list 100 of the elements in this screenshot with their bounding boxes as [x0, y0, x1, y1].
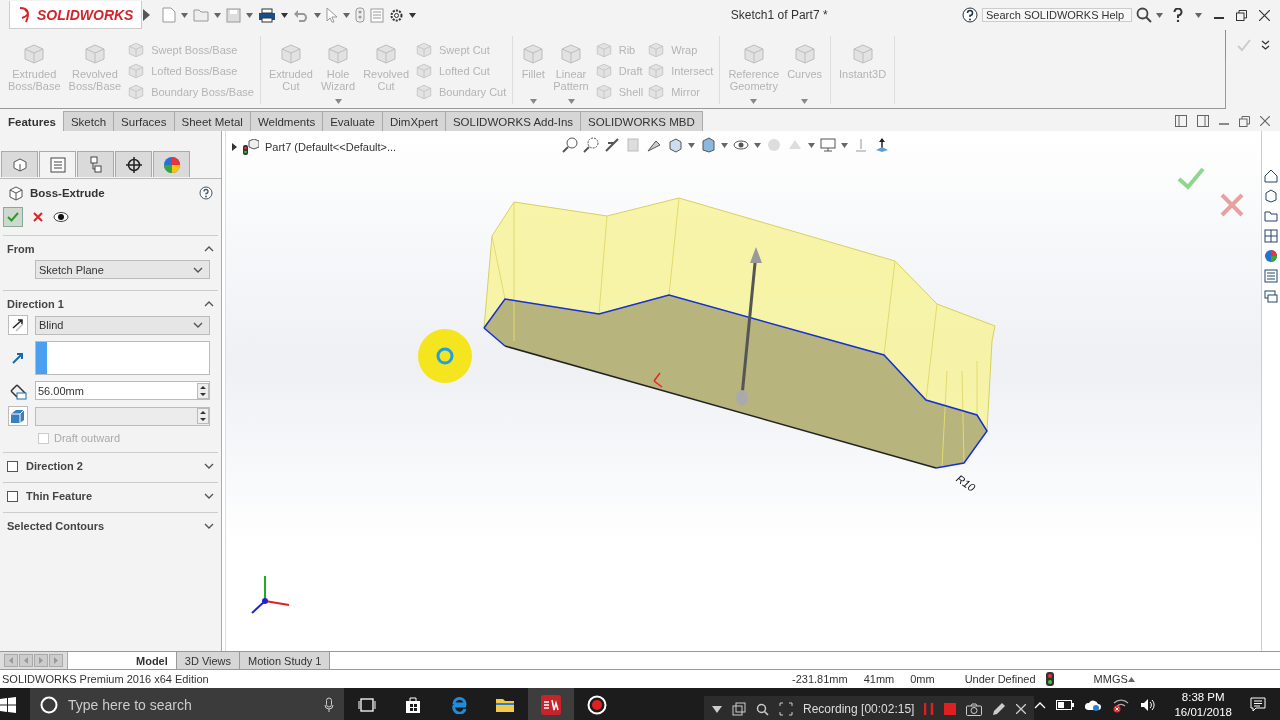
monitor-icon[interactable]: [820, 137, 836, 153]
microphone-icon[interactable]: [324, 697, 334, 713]
expand-arrow-icon[interactable]: [142, 9, 151, 21]
end-condition-dropdown[interactable]: Blind: [35, 315, 210, 335]
view-tab[interactable]: 3D Views: [176, 652, 241, 669]
command-tab[interactable]: SOLIDWORKS Add-Ins: [444, 111, 582, 131]
settings-icon[interactable]: [389, 7, 405, 23]
caret-icon[interactable]: [841, 142, 848, 148]
search-icon[interactable]: [1136, 7, 1152, 23]
command-tab[interactable]: Surfaces: [113, 111, 175, 131]
expand-chevron-icon[interactable]: [193, 322, 203, 328]
wifi-disconnected-icon[interactable]: [1112, 697, 1131, 713]
caret-icon[interactable]: [281, 12, 289, 18]
direction-selection-box[interactable]: [35, 341, 210, 375]
stop-icon[interactable]: [944, 703, 957, 715]
command-tab[interactable]: DimXpert: [381, 111, 446, 131]
capture-region-icon[interactable]: [779, 702, 793, 716]
close-icon[interactable]: [1260, 116, 1270, 126]
draft-angle-field[interactable]: [35, 406, 210, 426]
windows-start-icon[interactable]: [0, 697, 16, 713]
folder-icon[interactable]: [495, 697, 515, 713]
checkbox[interactable]: [7, 460, 18, 472]
notification-icon[interactable]: [1250, 697, 1266, 713]
browser-e-icon[interactable]: [450, 696, 468, 714]
expand-chevron-icon[interactable]: [204, 493, 214, 499]
spin-arrows-icon[interactable]: [197, 382, 209, 399]
camera-icon[interactable]: [966, 702, 983, 716]
command-tab[interactable]: Weldments: [249, 111, 324, 131]
view-palette-icon[interactable]: [1264, 229, 1278, 243]
expand-chevron-icon[interactable]: [193, 266, 203, 273]
reverse-direction-icon[interactable]: [8, 315, 28, 335]
tile-right-icon[interactable]: [1197, 115, 1209, 127]
unit-system[interactable]: MMGS: [1093, 673, 1128, 685]
custom-properties-icon[interactable]: [1264, 269, 1278, 283]
caret-icon[interactable]: [181, 12, 189, 18]
restore-icon[interactable]: [1236, 9, 1247, 21]
caret-icon[interactable]: [1156, 12, 1163, 18]
caret-icon[interactable]: [721, 142, 728, 148]
zoom-to-fit-icon[interactable]: [562, 137, 578, 153]
caret-icon[interactable]: [808, 142, 815, 148]
caret-icon[interactable]: [409, 12, 417, 18]
preview-eye-icon[interactable]: [53, 211, 69, 223]
solidworks-logo[interactable]: SOLIDWORKS: [9, 1, 143, 29]
zoom-area-icon[interactable]: [583, 137, 599, 153]
cancel-icon[interactable]: [33, 212, 43, 222]
radius-dimension[interactable]: R10: [954, 472, 978, 494]
command-tab[interactable]: Evaluate: [322, 111, 383, 131]
solidworks-app-icon[interactable]: [540, 694, 562, 716]
section-title[interactable]: Direction 2: [26, 460, 196, 472]
taskbar-search-box[interactable]: Type here to search: [30, 688, 344, 720]
view-tab[interactable]: Motion Study 1: [240, 652, 331, 669]
panel-tab[interactable]: [115, 151, 152, 177]
cloud-sync-icon[interactable]: [1084, 698, 1103, 712]
close-icon[interactable]: [1259, 9, 1270, 21]
previous-view-icon[interactable]: [604, 137, 620, 153]
battery-icon[interactable]: [1056, 700, 1075, 710]
checkbox[interactable]: [7, 490, 18, 502]
restore-icon[interactable]: [1239, 115, 1250, 127]
file-explorer-icon[interactable]: [1264, 209, 1278, 223]
command-tab[interactable]: Sheet Metal: [173, 111, 251, 131]
double-chevron-icon[interactable]: [1261, 40, 1270, 50]
expand-arrow-icon[interactable]: [232, 143, 237, 151]
help-menu-icon[interactable]: [1173, 8, 1183, 22]
caret-icon[interactable]: [754, 142, 761, 148]
hide-show-icon[interactable]: [733, 137, 749, 153]
window-capture-icon[interactable]: [732, 702, 746, 716]
help-icon[interactable]: [199, 186, 213, 200]
collapse-chevron-icon[interactable]: [204, 246, 214, 252]
collapse-chevron-icon[interactable]: [204, 301, 214, 307]
command-tab[interactable]: SOLIDWORKS MBD: [580, 111, 703, 131]
confirm-check-icon[interactable]: [1177, 167, 1205, 190]
view-orientation-icon[interactable]: [667, 137, 683, 153]
search-icon[interactable]: [756, 702, 769, 716]
part-breadcrumb[interactable]: Part7 (Default<<Default>...: [265, 141, 397, 153]
task-view-icon[interactable]: [358, 698, 376, 712]
print-icon[interactable]: [258, 7, 277, 23]
section-title[interactable]: Thin Feature: [26, 490, 196, 502]
start-condition-dropdown[interactable]: Sketch Plane: [35, 260, 210, 279]
caret-icon[interactable]: [688, 142, 695, 148]
caret-icon[interactable]: [214, 12, 222, 18]
orientation-axis-icon[interactable]: [874, 137, 890, 153]
tile-left-icon[interactable]: [1175, 115, 1187, 127]
depth-field[interactable]: 56.00mm: [35, 381, 210, 400]
pencil-icon[interactable]: [992, 702, 1007, 716]
pause-icon[interactable]: [924, 703, 935, 715]
solidworks-forum-icon[interactable]: [1264, 289, 1278, 303]
expand-chevron-icon[interactable]: [204, 523, 214, 529]
spin-arrows-icon[interactable]: [197, 408, 209, 424]
caret-icon[interactable]: [246, 12, 254, 18]
select-arrow-icon[interactable]: [326, 7, 339, 23]
draft-toggle-icon[interactable]: [8, 406, 28, 426]
help-icon[interactable]: [962, 7, 978, 23]
caret-icon[interactable]: [1195, 12, 1202, 18]
home-icon[interactable]: [1264, 169, 1278, 183]
store-bag-icon[interactable]: [404, 696, 422, 714]
appearances-icon[interactable]: [1264, 249, 1278, 263]
record-icon[interactable]: [587, 695, 607, 715]
rebuild-icon[interactable]: [355, 7, 366, 23]
caret-icon[interactable]: [343, 12, 351, 18]
expand-chevron-icon[interactable]: [204, 463, 214, 469]
